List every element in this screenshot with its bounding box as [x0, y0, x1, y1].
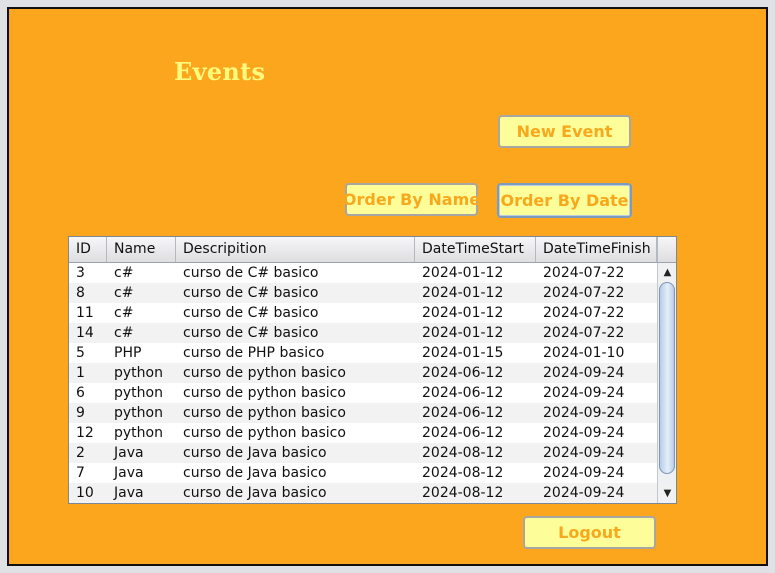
cell-datetime-start: 2024-08-12 — [422, 445, 504, 461]
cell-description: curso de python basico — [183, 385, 346, 401]
column-header-id[interactable]: ID — [69, 237, 107, 262]
logout-button[interactable]: Logout — [523, 516, 656, 549]
cell-name: c# — [114, 285, 134, 301]
cell-description: curso de C# basico — [183, 285, 319, 301]
cell-id: 14 — [76, 325, 94, 341]
column-header-name[interactable]: Name — [107, 237, 176, 262]
cell-datetime-finish: 2024-01-10 — [543, 345, 625, 361]
cell-name: Java — [114, 485, 144, 501]
triangle-up-icon: ▲ — [663, 267, 672, 278]
cell-name: c# — [114, 265, 134, 281]
column-header-description[interactable]: Descripition — [176, 237, 415, 262]
table-row[interactable]: 12 python curso de python basico 2024-06-12… — [69, 423, 657, 443]
cell-description: curso de C# basico — [183, 305, 319, 321]
table-header-corner — [657, 237, 676, 263]
table-row[interactable]: 6 python curso de python basico 2024-06-12 2… — [69, 383, 657, 403]
cell-datetime-start: 2024-01-15 — [422, 345, 504, 361]
cell-datetime-finish: 2024-09-24 — [543, 445, 625, 461]
table-row[interactable]: 9 python curso de python basico 2024-06-12 2… — [69, 403, 657, 423]
table-row[interactable]: 14 c# curso de C# basico 2024-01-12 2024-07-… — [69, 323, 657, 343]
scroll-up-button[interactable]: ▲ — [658, 263, 676, 282]
cell-datetime-finish: 2024-09-24 — [543, 425, 625, 441]
table-header: ID Name Descripition DateTimeStart DateT… — [69, 237, 657, 263]
cell-datetime-finish: 2024-07-22 — [543, 265, 625, 281]
cell-datetime-start: 2024-01-12 — [422, 265, 504, 281]
cell-id: 12 — [76, 425, 94, 441]
cell-description: curso de C# basico — [183, 265, 319, 281]
cell-datetime-finish: 2024-09-24 — [543, 485, 625, 501]
cell-id: 10 — [76, 485, 94, 501]
table-row[interactable]: 3 c# curso de C# basico 2024-01-12 2024-07-2… — [69, 263, 657, 283]
table-row[interactable]: 10 Java curso de Java basico 2024-08-12 2024… — [69, 483, 657, 503]
cell-name: python — [114, 405, 163, 421]
table-row[interactable]: 11 c# curso de C# basico 2024-01-12 2024-07-… — [69, 303, 657, 323]
vertical-scrollbar[interactable]: ▲ ▼ — [657, 263, 676, 503]
cell-id: 8 — [76, 285, 85, 301]
cell-datetime-start: 2024-06-12 — [422, 385, 504, 401]
cell-datetime-finish: 2024-07-22 — [543, 285, 625, 301]
cell-datetime-start: 2024-06-12 — [422, 425, 504, 441]
table-row[interactable]: 2 Java curso de Java basico 2024-08-12 2024-… — [69, 443, 657, 463]
cell-datetime-start: 2024-06-12 — [422, 365, 504, 381]
cell-datetime-finish: 2024-07-22 — [543, 325, 625, 341]
order-by-date-button[interactable]: Order By Date — [497, 183, 632, 218]
scrollbar-thumb[interactable] — [659, 282, 675, 474]
cell-name: c# — [114, 325, 134, 341]
cell-id: 5 — [76, 345, 85, 361]
cell-description: curso de python basico — [183, 425, 346, 441]
cell-id: 1 — [76, 365, 85, 381]
cell-datetime-start: 2024-08-12 — [422, 485, 504, 501]
cell-datetime-finish: 2024-09-24 — [543, 405, 625, 421]
cell-id: 6 — [76, 385, 85, 401]
table-row[interactable]: 8 c# curso de C# basico 2024-01-12 2024-07-2… — [69, 283, 657, 303]
events-table: ID Name Descripition DateTimeStart DateT… — [68, 236, 677, 504]
cell-datetime-start: 2024-01-12 — [422, 325, 504, 341]
cell-description: curso de python basico — [183, 365, 346, 381]
cell-name: Java — [114, 445, 144, 461]
table-body: 3 c# curso de C# basico 2024-01-12 2024-07-2… — [69, 263, 657, 503]
cell-datetime-finish: 2024-07-22 — [543, 305, 625, 321]
cell-name: python — [114, 425, 163, 441]
scroll-down-button[interactable]: ▼ — [658, 484, 676, 503]
column-header-datetime-finish[interactable]: DateTimeFinish — [536, 237, 657, 262]
cell-name: python — [114, 365, 163, 381]
cell-datetime-finish: 2024-09-24 — [543, 385, 625, 401]
order-by-name-button[interactable]: Order By Name — [343, 183, 480, 216]
cell-name: Java — [114, 465, 144, 481]
cell-id: 3 — [76, 265, 85, 281]
cell-datetime-start: 2024-06-12 — [422, 405, 504, 421]
cell-description: curso de Java basico — [183, 445, 327, 461]
cell-name: PHP — [114, 345, 142, 361]
events-panel: Events New Event Order By Name Order By … — [7, 7, 768, 566]
cell-datetime-start: 2024-01-12 — [422, 285, 504, 301]
table-row[interactable]: 5 PHP curso de PHP basico 2024-01-15 2024-01… — [69, 343, 657, 363]
table-row[interactable]: 7 Java curso de Java basico 2024-08-12 2024-… — [69, 463, 657, 483]
cell-description: curso de C# basico — [183, 325, 319, 341]
cell-name: python — [114, 385, 163, 401]
cell-description: curso de Java basico — [183, 465, 327, 481]
cell-id: 11 — [76, 305, 94, 321]
cell-name: c# — [114, 305, 134, 321]
table-row[interactable]: 1 python curso de python basico 2024-06-12 2… — [69, 363, 657, 383]
cell-datetime-finish: 2024-09-24 — [543, 365, 625, 381]
cell-description: curso de python basico — [183, 405, 346, 421]
triangle-down-icon: ▼ — [663, 488, 672, 499]
cell-id: 7 — [76, 465, 85, 481]
cell-datetime-finish: 2024-09-24 — [543, 465, 625, 481]
cell-datetime-start: 2024-01-12 — [422, 305, 504, 321]
cell-description: curso de PHP basico — [183, 345, 325, 361]
column-header-datetime-start[interactable]: DateTimeStart — [415, 237, 536, 262]
cell-id: 2 — [76, 445, 85, 461]
cell-datetime-start: 2024-08-12 — [422, 465, 504, 481]
cell-description: curso de Java basico — [183, 485, 327, 501]
page-title: Events — [174, 57, 266, 86]
new-event-button[interactable]: New Event — [498, 115, 631, 148]
cell-id: 9 — [76, 405, 85, 421]
